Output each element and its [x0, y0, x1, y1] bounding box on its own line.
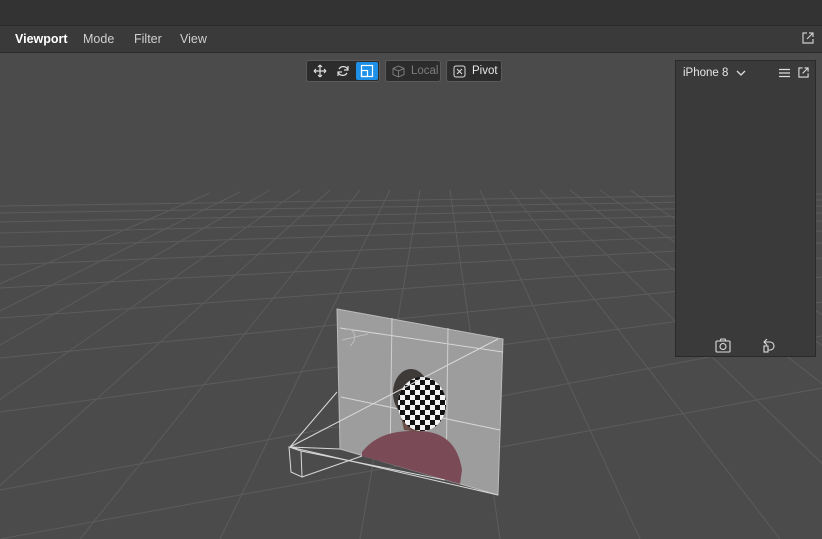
preview-header: iPhone 8	[676, 61, 815, 85]
menu-mode[interactable]: Mode	[83, 26, 114, 52]
rotate-tool-button[interactable]	[332, 62, 354, 80]
cube-icon	[392, 65, 405, 78]
preview-footer	[676, 335, 815, 356]
device-preview-panel: iPhone 8	[675, 60, 816, 357]
capture-icon[interactable]	[715, 338, 731, 353]
rotate-icon	[337, 66, 349, 76]
external-link-icon[interactable]	[802, 32, 814, 44]
transform-tools	[306, 60, 380, 82]
pivot-icon	[453, 65, 466, 78]
reset-icon[interactable]	[762, 338, 776, 353]
chevron-down-icon[interactable]	[736, 69, 746, 77]
menu-view[interactable]: View	[180, 26, 207, 52]
external-link-icon[interactable]	[798, 67, 809, 78]
pivot-toggle[interactable]: Pivot	[446, 60, 502, 82]
title-strip	[0, 0, 822, 26]
image-plane	[336, 308, 504, 496]
scale-icon	[360, 64, 374, 78]
space-label: Local	[411, 65, 439, 77]
tab-viewport[interactable]: Viewport	[15, 26, 68, 52]
space-toggle[interactable]: Local	[385, 60, 441, 82]
menu-filter[interactable]: Filter	[134, 26, 162, 52]
pivot-label: Pivot	[472, 65, 498, 77]
move-arrows-icon	[313, 64, 327, 78]
scale-tool-button[interactable]	[356, 62, 378, 80]
device-select[interactable]: iPhone 8	[683, 61, 728, 85]
move-tool-button[interactable]	[309, 62, 331, 80]
menu-icon[interactable]	[779, 68, 790, 78]
viewport-menubar: Viewport Mode Filter View	[0, 26, 822, 53]
